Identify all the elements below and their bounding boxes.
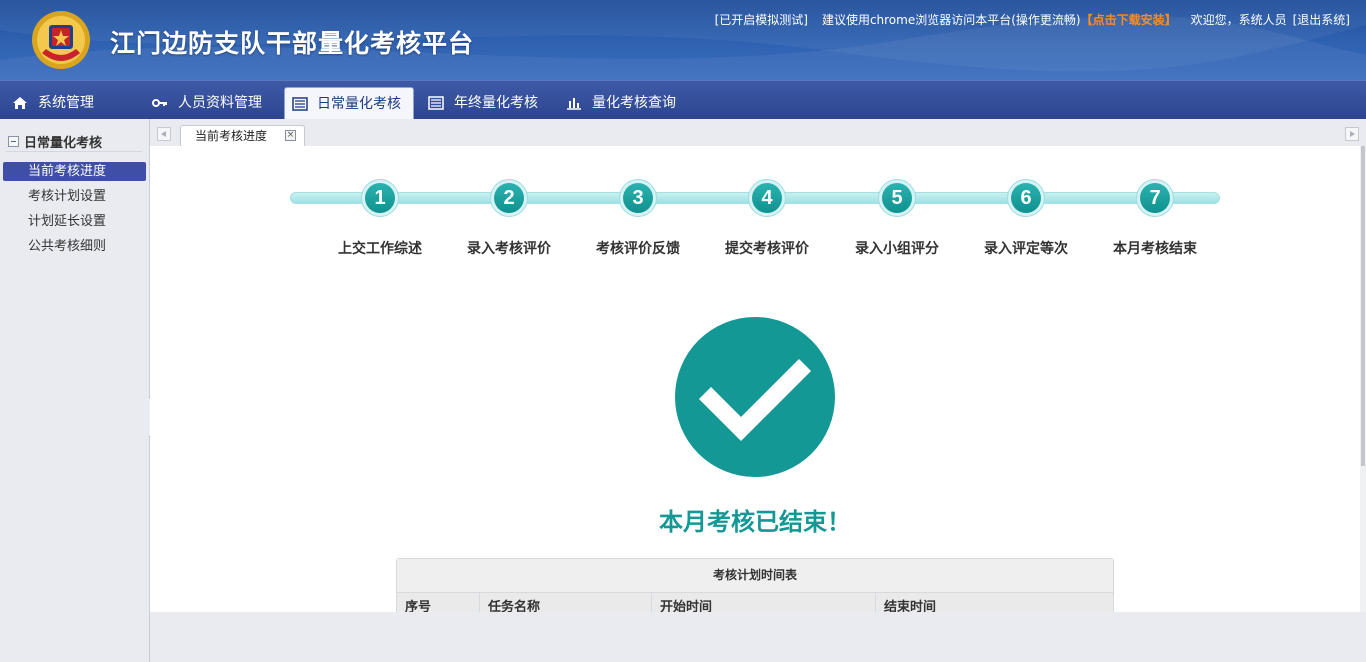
app-header: 江门边防支队干部量化考核平台 [已开启模拟测试] 建议使用chrome浏览器访问本… xyxy=(0,0,1366,80)
step-number: 4 xyxy=(752,183,782,213)
step-3: 3 xyxy=(619,179,657,217)
page-tab-label: 当前考核进度 xyxy=(195,129,268,143)
step-number: 5 xyxy=(882,183,912,213)
sidebar-item-extension-settings[interactable]: 计划延长设置 xyxy=(3,212,146,231)
nav-tab-label: 量化考核查询 xyxy=(592,95,676,111)
nav-tab-annual-assessment[interactable]: 年终量化考核 xyxy=(416,87,552,119)
content-scrollbar[interactable] xyxy=(1360,146,1366,612)
step-7: 7 xyxy=(1136,179,1174,217)
home-icon xyxy=(13,97,27,109)
nav-tab-daily-assessment[interactable]: 日常量化考核 xyxy=(284,87,414,119)
sidebar-item-public-rules[interactable]: 公共考核细则 xyxy=(3,237,146,256)
schedule-table: 考核计划时间表 序号 任务名称 开始时间 结束时间 xyxy=(396,558,1114,612)
step-label-7: 本月考核结束 xyxy=(1113,241,1197,257)
column-header-start-time: 开始时间 xyxy=(652,593,876,612)
step-label-5: 录入小组评分 xyxy=(855,241,939,257)
column-header-task-name: 任务名称 xyxy=(480,593,652,612)
police-emblem-icon xyxy=(32,11,90,69)
nav-tab-label: 人员资料管理 xyxy=(178,95,262,111)
nav-tab-system-management[interactable]: 系统管理 xyxy=(0,87,140,119)
sidebar-title[interactable]: 日常量化考核 xyxy=(8,132,102,151)
sidebar-item-plan-settings[interactable]: 考核计划设置 xyxy=(3,187,146,206)
welcome-text: 欢迎您，系统人员 xyxy=(1190,13,1287,27)
column-header-index: 序号 xyxy=(397,593,480,612)
header-links: [已开启模拟测试] 建议使用chrome浏览器访问本平台(操作更流畅)【点击下载安… xyxy=(715,11,1350,28)
step-6: 6 xyxy=(1007,179,1045,217)
nav-tab-label: 年终量化考核 xyxy=(454,95,538,111)
step-number: 3 xyxy=(623,183,653,213)
nav-tab-label: 系统管理 xyxy=(38,95,94,111)
progress-steps: 1 2 3 4 5 6 7 上交工作综述 录入考核评价 考核评价反馈 提交考核评… xyxy=(150,146,1360,286)
close-icon[interactable]: × xyxy=(285,130,296,141)
list-icon xyxy=(292,97,308,111)
step-2: 2 xyxy=(490,179,528,217)
sidebar-divider xyxy=(6,151,142,152)
app-title: 江门边防支队干部量化考核平台 xyxy=(110,29,475,58)
key-icon xyxy=(152,99,167,107)
tab-scroll-left-icon[interactable] xyxy=(157,127,171,141)
step-label-2: 录入考核评价 xyxy=(467,241,551,257)
step-label-4: 提交考核评价 xyxy=(725,241,809,257)
step-number: 1 xyxy=(365,183,395,213)
column-header-end-time: 结束时间 xyxy=(876,593,1113,612)
collapse-toggle-icon[interactable] xyxy=(8,136,19,147)
sidebar: 日常量化考核 当前考核进度 考核计划设置 计划延长设置 公共考核细则 xyxy=(0,119,150,662)
main-content: 1 2 3 4 5 6 7 上交工作综述 录入考核评价 考核评价反馈 提交考核评… xyxy=(150,146,1360,612)
tab-scroll-right-icon[interactable] xyxy=(1345,127,1359,141)
simulation-test-link[interactable]: [已开启模拟测试] xyxy=(715,13,808,27)
step-label-3: 考核评价反馈 xyxy=(596,241,680,257)
sidebar-title-label: 日常量化考核 xyxy=(24,136,103,151)
scrollbar-thumb[interactable] xyxy=(1361,146,1365,466)
step-1: 1 xyxy=(361,179,399,217)
download-install-link[interactable]: 【点击下载安装】 xyxy=(1081,13,1177,27)
page-tabstrip: 当前考核进度 × xyxy=(150,119,1366,147)
schedule-table-title: 考核计划时间表 xyxy=(397,559,1113,593)
bar-chart-icon xyxy=(567,98,581,110)
nav-tab-assessment-query[interactable]: 量化考核查询 xyxy=(554,87,694,119)
assessment-finished-message: 本月考核已结束！ xyxy=(659,508,851,536)
browser-tip: 建议使用chrome浏览器访问本平台(操作更流畅) xyxy=(821,13,1081,27)
nav-tab-personnel[interactable]: 人员资料管理 xyxy=(140,87,282,119)
nav-tab-label: 日常量化考核 xyxy=(317,96,401,112)
main-nav: 系统管理 人员资料管理 日常量化考核 年终量化考核 量化考核查询 xyxy=(0,80,1366,119)
footer-area xyxy=(150,612,1366,662)
logout-link[interactable]: [退出系统] xyxy=(1293,13,1350,27)
step-label-1: 上交工作综述 xyxy=(338,241,422,257)
list-icon xyxy=(428,96,444,110)
step-label-6: 录入评定等次 xyxy=(984,241,1068,257)
step-4: 4 xyxy=(748,179,786,217)
step-number: 6 xyxy=(1011,183,1041,213)
step-number: 7 xyxy=(1140,183,1170,213)
page-tab-current-progress[interactable]: 当前考核进度 × xyxy=(180,125,305,147)
check-circle-icon xyxy=(675,317,835,477)
step-number: 2 xyxy=(494,183,524,213)
step-5: 5 xyxy=(878,179,916,217)
sidebar-item-current-progress[interactable]: 当前考核进度 xyxy=(3,162,146,181)
